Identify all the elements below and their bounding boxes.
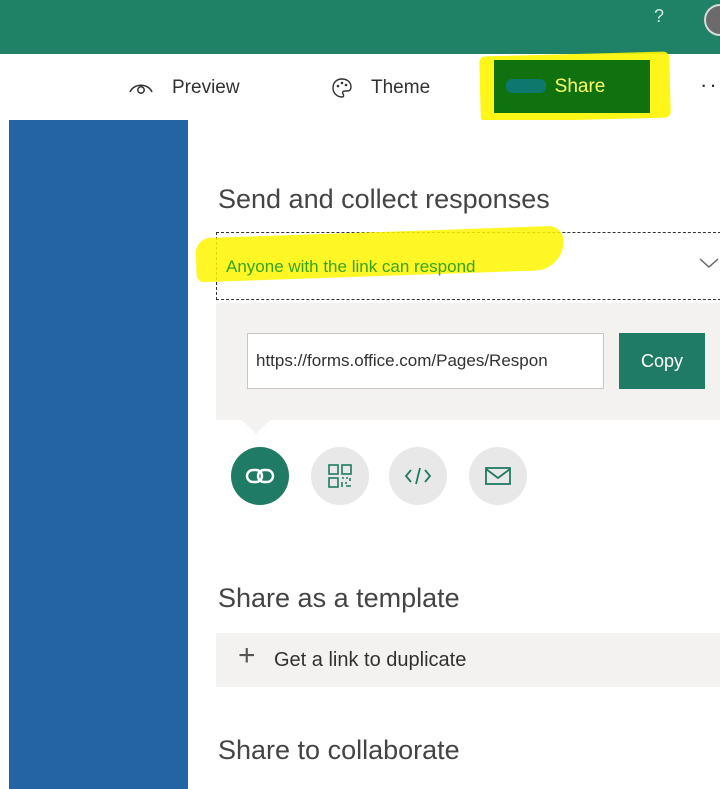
link-icon (245, 468, 275, 484)
share-button[interactable]: Share (494, 60, 650, 113)
eye-icon (129, 84, 153, 94)
app-header (0, 0, 720, 54)
embed-code-icon (404, 467, 432, 485)
qr-code-icon (328, 464, 352, 488)
help-icon[interactable]: ? (654, 6, 664, 27)
share-link-field[interactable] (247, 333, 604, 389)
share-icon (506, 79, 546, 93)
share-option-link[interactable] (231, 447, 289, 505)
share-option-qr[interactable] (311, 447, 369, 505)
palette-icon (332, 78, 352, 98)
chevron-down-icon[interactable] (698, 256, 720, 270)
duplicate-link-label: Get a link to duplicate (274, 649, 467, 671)
get-duplicate-link-button[interactable]: + Get a link to duplicate (216, 633, 720, 687)
email-icon (485, 467, 511, 485)
more-options-icon[interactable]: ·· (700, 72, 719, 98)
share-template-heading: Share as a template (218, 583, 460, 613)
share-option-embed[interactable] (389, 447, 447, 505)
copy-button[interactable]: Copy (619, 333, 705, 389)
left-sidebar (9, 120, 188, 789)
share-option-email[interactable] (469, 447, 527, 505)
theme-label: Theme (371, 77, 431, 98)
preview-label: Preview (172, 77, 240, 98)
share-collaborate-heading: Share to collaborate (218, 735, 460, 765)
theme-button[interactable]: Theme (331, 76, 430, 100)
share-label: Share (554, 75, 606, 97)
link-box-pointer (240, 418, 272, 434)
plus-icon: + (238, 639, 256, 672)
send-collect-heading: Send and collect responses (218, 184, 550, 214)
permission-value: Anyone with the link can respond (226, 257, 476, 276)
preview-button[interactable]: Preview (128, 76, 240, 100)
